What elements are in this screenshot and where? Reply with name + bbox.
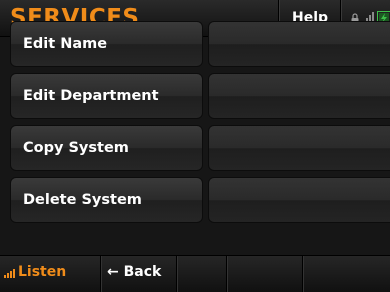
listen-button[interactable]: Listen: [0, 256, 100, 292]
footer-empty-slot-1: [176, 256, 226, 292]
menu-row-edit-name: Edit Name: [0, 21, 390, 67]
footer-bar: Listen ← Back: [0, 255, 390, 292]
copy-system-button[interactable]: Copy System: [10, 125, 203, 171]
signal-bars-icon: [4, 269, 15, 278]
edit-name-button[interactable]: Edit Name: [10, 21, 203, 67]
delete-system-button[interactable]: Delete System: [10, 177, 203, 223]
menu-row-copy-system: Copy System: [0, 125, 390, 171]
footer-empty-slot-3: [302, 256, 390, 292]
menu-row-delete-system: Delete System: [0, 177, 390, 223]
edit-department-button[interactable]: Edit Department: [10, 73, 203, 119]
edit-department-value[interactable]: [208, 73, 390, 119]
back-button[interactable]: ← Back: [100, 256, 176, 292]
edit-name-value[interactable]: [208, 21, 390, 67]
delete-system-value[interactable]: [208, 177, 390, 223]
menu-row-edit-department: Edit Department: [0, 73, 390, 119]
copy-system-value[interactable]: [208, 125, 390, 171]
footer-empty-slot-2: [226, 256, 302, 292]
listen-label: Listen: [18, 264, 67, 280]
services-screen: SERVICES Help Edit Name Edit Department …: [0, 0, 390, 292]
